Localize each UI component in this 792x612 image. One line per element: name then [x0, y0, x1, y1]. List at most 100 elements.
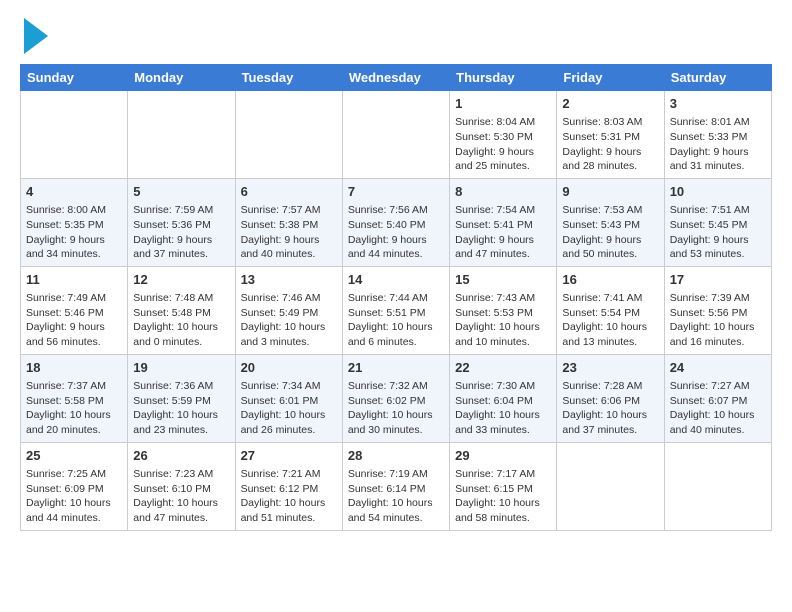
calendar-cell: 7 Sunrise: 7:56 AM Sunset: 5:40 PM Daylig… — [342, 178, 449, 266]
day-info: Sunrise: 7:48 AM Sunset: 5:48 PM Dayligh… — [133, 291, 229, 350]
day-info: Sunrise: 7:32 AM Sunset: 6:02 PM Dayligh… — [348, 379, 444, 438]
day-number: 5 — [133, 183, 229, 201]
calendar-cell: 5Sunrise: 7:59 AM Sunset: 5:36 PM Daylig… — [128, 178, 235, 266]
header-thursday: Thursday — [450, 65, 557, 91]
header-tuesday: Tuesday — [235, 65, 342, 91]
day-number: 14 — [348, 271, 444, 289]
day-number: 23 — [562, 359, 658, 377]
calendar-cell: 1 Sunrise: 8:04 AM Sunset: 5:30 PM Daylig… — [450, 91, 557, 179]
day-info: Sunrise: 7:43 AM Sunset: 5:53 PM Dayligh… — [455, 291, 551, 350]
day-number: 9 — [562, 183, 658, 201]
header-saturday: Saturday — [664, 65, 771, 91]
day-info: Sunrise: 7:25 AM Sunset: 6:09 PM Dayligh… — [26, 467, 122, 526]
day-info: Sunrise: 7:39 AM Sunset: 5:56 PM Dayligh… — [670, 291, 766, 350]
calendar-cell — [21, 91, 128, 179]
calendar-cell: 6 Sunrise: 7:57 AM Sunset: 5:38 PM Daylig… — [235, 178, 342, 266]
day-number: 4 — [26, 183, 122, 201]
day-info: Sunrise: 7:57 AM Sunset: 5:38 PM Dayligh… — [241, 203, 337, 262]
day-info: Sunrise: 7:49 AM Sunset: 5:46 PM Dayligh… — [26, 291, 122, 350]
day-info: Sunrise: 7:46 AM Sunset: 5:49 PM Dayligh… — [241, 291, 337, 350]
calendar-cell: 28 Sunrise: 7:19 AM Sunset: 6:14 PM Dayli… — [342, 442, 449, 530]
day-number: 25 — [26, 447, 122, 465]
day-info: Sunrise: 7:28 AM Sunset: 6:06 PM Dayligh… — [562, 379, 658, 438]
calendar-cell: 16Sunrise: 7:41 AM Sunset: 5:54 PM Dayli… — [557, 266, 664, 354]
day-info: Sunrise: 7:44 AM Sunset: 5:51 PM Dayligh… — [348, 291, 444, 350]
day-number: 11 — [26, 271, 122, 289]
day-number: 12 — [133, 271, 229, 289]
calendar-cell — [342, 91, 449, 179]
header-friday: Friday — [557, 65, 664, 91]
day-info: Sunrise: 8:03 AM Sunset: 5:31 PM Dayligh… — [562, 115, 658, 174]
day-info: Sunrise: 7:56 AM Sunset: 5:40 PM Dayligh… — [348, 203, 444, 262]
day-number: 19 — [133, 359, 229, 377]
calendar-week-1: 1 Sunrise: 8:04 AM Sunset: 5:30 PM Daylig… — [21, 91, 772, 179]
header-sunday: Sunday — [21, 65, 128, 91]
day-info: Sunrise: 7:21 AM Sunset: 6:12 PM Dayligh… — [241, 467, 337, 526]
day-number: 6 — [241, 183, 337, 201]
calendar-cell: 21 Sunrise: 7:32 AM Sunset: 6:02 PM Dayli… — [342, 354, 449, 442]
calendar-cell: 14 Sunrise: 7:44 AM Sunset: 5:51 PM Dayli… — [342, 266, 449, 354]
calendar-cell: 4 Sunrise: 8:00 AM Sunset: 5:35 PM Daylig… — [21, 178, 128, 266]
day-number: 28 — [348, 447, 444, 465]
calendar-cell: 8 Sunrise: 7:54 AM Sunset: 5:41 PM Daylig… — [450, 178, 557, 266]
day-number: 8 — [455, 183, 551, 201]
day-number: 13 — [241, 271, 337, 289]
day-info: Sunrise: 7:51 AM Sunset: 5:45 PM Dayligh… — [670, 203, 766, 262]
calendar-cell — [557, 442, 664, 530]
page-header — [20, 20, 772, 54]
day-number: 10 — [670, 183, 766, 201]
day-number: 1 — [455, 95, 551, 113]
day-info: Sunrise: 7:54 AM Sunset: 5:41 PM Dayligh… — [455, 203, 551, 262]
calendar-cell: 24 Sunrise: 7:27 AM Sunset: 6:07 PM Dayli… — [664, 354, 771, 442]
logo-arrow-icon — [24, 18, 48, 54]
calendar-cell: 25 Sunrise: 7:25 AM Sunset: 6:09 PM Dayli… — [21, 442, 128, 530]
header-monday: Monday — [128, 65, 235, 91]
day-info: Sunrise: 7:53 AM Sunset: 5:43 PM Dayligh… — [562, 203, 658, 262]
calendar-week-2: 4 Sunrise: 8:00 AM Sunset: 5:35 PM Daylig… — [21, 178, 772, 266]
day-number: 21 — [348, 359, 444, 377]
day-info: Sunrise: 7:27 AM Sunset: 6:07 PM Dayligh… — [670, 379, 766, 438]
day-info: Sunrise: 7:34 AM Sunset: 6:01 PM Dayligh… — [241, 379, 337, 438]
day-number: 26 — [133, 447, 229, 465]
calendar-cell — [235, 91, 342, 179]
header-wednesday: Wednesday — [342, 65, 449, 91]
calendar-week-4: 18 Sunrise: 7:37 AM Sunset: 5:58 PM Dayli… — [21, 354, 772, 442]
day-number: 29 — [455, 447, 551, 465]
calendar-cell: 19 Sunrise: 7:36 AM Sunset: 5:59 PM Dayli… — [128, 354, 235, 442]
day-info: Sunrise: 8:00 AM Sunset: 5:35 PM Dayligh… — [26, 203, 122, 262]
logo — [20, 20, 48, 54]
calendar-cell: 13 Sunrise: 7:46 AM Sunset: 5:49 PM Dayli… — [235, 266, 342, 354]
calendar-cell: 22 Sunrise: 7:30 AM Sunset: 6:04 PM Dayli… — [450, 354, 557, 442]
day-info: Sunrise: 7:37 AM Sunset: 5:58 PM Dayligh… — [26, 379, 122, 438]
day-number: 2 — [562, 95, 658, 113]
calendar-cell — [128, 91, 235, 179]
calendar-cell: 9 Sunrise: 7:53 AM Sunset: 5:43 PM Daylig… — [557, 178, 664, 266]
calendar-cell: 17Sunrise: 7:39 AM Sunset: 5:56 PM Dayli… — [664, 266, 771, 354]
calendar-cell: 20 Sunrise: 7:34 AM Sunset: 6:01 PM Dayli… — [235, 354, 342, 442]
day-info: Sunrise: 7:36 AM Sunset: 5:59 PM Dayligh… — [133, 379, 229, 438]
day-info: Sunrise: 8:04 AM Sunset: 5:30 PM Dayligh… — [455, 115, 551, 174]
calendar-cell: 10 Sunrise: 7:51 AM Sunset: 5:45 PM Dayli… — [664, 178, 771, 266]
day-number: 7 — [348, 183, 444, 201]
day-number: 22 — [455, 359, 551, 377]
day-info: Sunrise: 7:17 AM Sunset: 6:15 PM Dayligh… — [455, 467, 551, 526]
calendar-cell: 3 Sunrise: 8:01 AM Sunset: 5:33 PM Daylig… — [664, 91, 771, 179]
calendar-cell: 23 Sunrise: 7:28 AM Sunset: 6:06 PM Dayli… — [557, 354, 664, 442]
day-number: 24 — [670, 359, 766, 377]
day-info: Sunrise: 7:19 AM Sunset: 6:14 PM Dayligh… — [348, 467, 444, 526]
calendar-week-5: 25 Sunrise: 7:25 AM Sunset: 6:09 PM Dayli… — [21, 442, 772, 530]
day-number: 20 — [241, 359, 337, 377]
calendar-cell: 2 Sunrise: 8:03 AM Sunset: 5:31 PM Daylig… — [557, 91, 664, 179]
day-info: Sunrise: 7:30 AM Sunset: 6:04 PM Dayligh… — [455, 379, 551, 438]
calendar-header-row: SundayMondayTuesdayWednesdayThursdayFrid… — [21, 65, 772, 91]
day-number: 16 — [562, 271, 658, 289]
calendar-cell: 12 Sunrise: 7:48 AM Sunset: 5:48 PM Dayli… — [128, 266, 235, 354]
calendar-cell: 29 Sunrise: 7:17 AM Sunset: 6:15 PM Dayli… — [450, 442, 557, 530]
day-info: Sunrise: 7:23 AM Sunset: 6:10 PM Dayligh… — [133, 467, 229, 526]
day-number: 18 — [26, 359, 122, 377]
calendar-cell: 11 Sunrise: 7:49 AM Sunset: 5:46 PM Dayli… — [21, 266, 128, 354]
day-number: 3 — [670, 95, 766, 113]
day-info: Sunrise: 8:01 AM Sunset: 5:33 PM Dayligh… — [670, 115, 766, 174]
calendar-cell — [664, 442, 771, 530]
day-number: 15 — [455, 271, 551, 289]
